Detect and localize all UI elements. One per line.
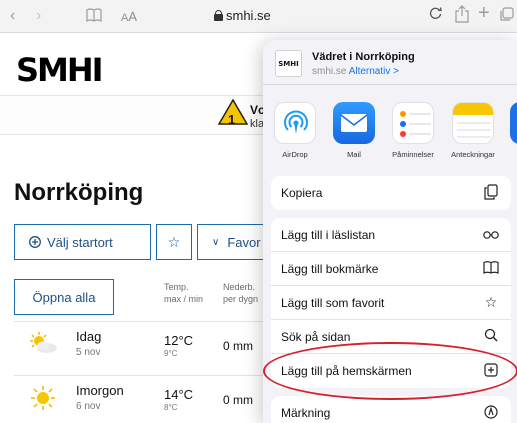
sunny-icon xyxy=(31,386,55,410)
share-actions-group-3: Märkning xyxy=(271,396,511,423)
share-title: Vädret i Norrköping xyxy=(312,51,415,63)
choose-start-location-button[interactable]: Välj startort xyxy=(14,224,151,260)
share-app-reminders[interactable]: Påminnelser xyxy=(383,102,443,159)
star-icon: ☆ xyxy=(484,294,498,310)
reader-button[interactable]: AA xyxy=(121,9,137,24)
glasses-icon xyxy=(483,227,499,243)
copy-action[interactable]: Kopiera xyxy=(271,176,511,210)
share-actions-group-2: Lägg till i läslistan Lägg till bokmärke… xyxy=(271,218,511,388)
share-sheet-header: SMHI Vädret i Norrköping smhi.se Alterna… xyxy=(263,40,517,85)
day-date: 5 nov xyxy=(76,347,101,358)
open-all-button[interactable]: Öppna alla xyxy=(14,279,114,315)
add-to-reading-list-action[interactable]: Lägg till i läslistan xyxy=(271,218,511,252)
temp-column-header: Temp. max / min xyxy=(164,281,203,305)
address-bar[interactable]: smhi.se xyxy=(214,8,271,23)
day-date: 6 nov xyxy=(76,401,101,412)
add-bookmark-action[interactable]: Lägg till bokmärke xyxy=(271,252,511,286)
smhi-logo[interactable]: SMHI xyxy=(16,51,104,89)
markup-label: Märkning xyxy=(281,406,331,420)
star-icon: ☆ xyxy=(167,233,181,250)
share-app-row: AirDrop Mail Påminnelser Anteckningar xyxy=(263,86,517,170)
forward-icon[interactable]: › xyxy=(36,6,41,26)
markup-icon xyxy=(483,404,499,422)
app-label: Påminnelser xyxy=(392,150,434,159)
copy-icon xyxy=(483,183,499,203)
lock-icon xyxy=(214,10,223,21)
copy-label: Kopiera xyxy=(281,186,323,200)
favorites-label: Favor xyxy=(227,234,261,250)
share-app-mail[interactable]: Mail xyxy=(324,102,384,159)
add-square-icon xyxy=(483,362,499,380)
share-domain: smhi.se xyxy=(312,66,347,77)
app-label: Anteckningar xyxy=(451,150,495,159)
warning-level: 1 xyxy=(228,112,236,127)
temp-max: 14°C xyxy=(164,387,194,402)
share-app-airdrop[interactable]: AirDrop xyxy=(265,102,325,159)
airdrop-icon xyxy=(274,102,316,144)
plus-circle-icon xyxy=(29,236,41,248)
app-label: Mail xyxy=(347,150,361,159)
book-icon[interactable] xyxy=(86,8,102,28)
reader-label-big: A xyxy=(128,9,138,24)
temp-min: 8°C xyxy=(164,403,178,412)
find-on-page-label: Sök på sidan xyxy=(281,329,351,344)
app-label: AirDrop xyxy=(282,150,308,159)
back-icon[interactable]: ‹ xyxy=(10,6,15,26)
precip-header-line2: per dygn xyxy=(223,294,259,304)
add-favorite-action[interactable]: Lägg till som favorit ☆ xyxy=(271,286,511,320)
day-name: Imorgon xyxy=(76,383,124,398)
open-all-label: Öppna alla xyxy=(32,289,96,305)
add-to-home-screen-action[interactable]: Lägg till på hemskärmen xyxy=(271,354,511,388)
temp-max: 12°C xyxy=(164,333,194,348)
search-icon xyxy=(483,328,499,345)
temp-header-line1: Temp. xyxy=(164,282,189,292)
add-to-home-screen-label: Lägg till på hemskärmen xyxy=(281,364,412,378)
add-favorite-label: Lägg till som favorit xyxy=(281,295,385,310)
share-subtitle: smhi.se Alternativ > xyxy=(312,66,399,77)
warning-text-2: kla xyxy=(250,118,265,130)
reload-icon[interactable] xyxy=(429,6,443,26)
address-text: smhi.se xyxy=(226,8,271,23)
find-on-page-action[interactable]: Sök på sidan xyxy=(271,320,511,354)
favorite-star-button[interactable]: ☆ xyxy=(156,224,192,260)
partly-sunny-icon xyxy=(30,332,57,353)
choose-start-location-label: Välj startort xyxy=(47,234,113,250)
browser-toolbar: ‹ › AA smhi.se + xyxy=(0,0,517,33)
mail-icon xyxy=(333,102,375,144)
temp-header-line2: max / min xyxy=(164,294,204,304)
share-app-notes[interactable]: Anteckningar xyxy=(443,102,503,159)
page-title: Norrköping xyxy=(14,179,144,206)
site-thumbnail: SMHI xyxy=(275,50,302,77)
temp-min: 9°C xyxy=(164,349,178,358)
add-to-reading-list-label: Lägg till i läslistan xyxy=(281,227,376,242)
markup-action[interactable]: Märkning xyxy=(271,396,511,423)
share-sheet: SMHI Vädret i Norrköping smhi.se Alterna… xyxy=(263,40,517,423)
precip-column-header: Nederb. per dygn xyxy=(223,281,258,305)
notes-icon xyxy=(452,102,494,144)
precipitation: 0 mm xyxy=(223,393,253,407)
precip-header-line1: Nederb. xyxy=(223,282,256,292)
share-actions-group-1: Kopiera xyxy=(271,176,511,210)
share-icon[interactable] xyxy=(455,5,469,29)
day-name: Idag xyxy=(76,329,102,344)
more-app-icon[interactable] xyxy=(510,102,517,144)
chevron-down-icon: ∨ xyxy=(212,236,220,248)
tabs-icon[interactable] xyxy=(500,7,514,27)
new-tab-icon[interactable]: + xyxy=(478,3,490,23)
reminders-icon xyxy=(392,102,434,144)
add-bookmark-label: Lägg till bokmärke xyxy=(281,261,379,276)
options-link[interactable]: Alternativ > xyxy=(349,66,399,77)
precipitation: 0 mm xyxy=(223,339,253,353)
book-icon xyxy=(483,260,499,277)
